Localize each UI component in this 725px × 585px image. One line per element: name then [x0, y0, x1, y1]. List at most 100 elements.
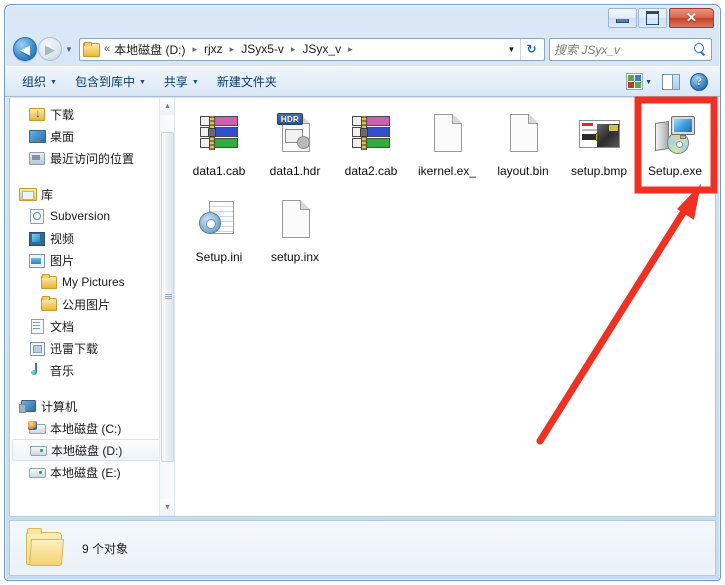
- breadcrumb-item[interactable]: JSyx5-v: [239, 40, 286, 58]
- address-dropdown-icon[interactable]: ▼: [503, 39, 520, 60]
- blank-file-icon: [423, 110, 471, 158]
- scroll-up-icon[interactable]: ▲: [160, 98, 174, 115]
- scroll-down-icon[interactable]: ▼: [160, 499, 174, 516]
- recent-locations-button[interactable]: ▼: [62, 37, 76, 61]
- command-toolbar: 组织 ▼ 包含到库中 ▼ 共享 ▼ 新建文件夹 ▼ ?: [5, 66, 720, 97]
- file-name-label: setup.inx: [270, 250, 320, 264]
- close-button[interactable]: ✕: [669, 8, 714, 28]
- search-input[interactable]: 搜索 JSyx_v: [549, 37, 712, 61]
- winrar-cab-archive-icon: [347, 110, 395, 158]
- sidebar-item-5[interactable]: 视频: [10, 227, 174, 249]
- downloads-folder-icon: [28, 106, 45, 122]
- file-name-label: setup.bmp: [570, 164, 628, 178]
- view-dropdown-caret-icon[interactable]: ▼: [645, 79, 652, 86]
- nav-group-gap: [10, 381, 174, 395]
- file-item[interactable]: ikernel.ex_: [410, 106, 484, 190]
- computer-icon: [19, 398, 36, 414]
- back-button[interactable]: ◀: [13, 37, 37, 61]
- sidebar-item-9[interactable]: 文档: [10, 315, 174, 337]
- toolbar-item-0[interactable]: 组织 ▼: [13, 69, 66, 94]
- breadcrumb-separator-icon[interactable]: ▸: [343, 44, 358, 55]
- navigation-pane: 下载桌面最近访问的位置库 Subversion 视频图片 My Pictures 公用图…: [10, 98, 175, 516]
- blank-file-icon: [499, 110, 547, 158]
- sidebar-item-2[interactable]: 最近访问的位置: [10, 147, 174, 169]
- sidebar-item-label: 公用图片: [62, 297, 111, 312]
- file-name-label: Setup.ini: [195, 250, 243, 264]
- drive-icon: [28, 464, 46, 480]
- breadcrumb-item[interactable]: JSyx_v: [300, 40, 343, 58]
- sidebar-item-label: 本地磁盘 (E:): [50, 465, 121, 480]
- file-item[interactable]: HDR data1.hdr: [258, 106, 332, 190]
- subversion-icon: [28, 208, 45, 224]
- file-item[interactable]: data2.cab: [334, 106, 408, 190]
- window-controls: ✕: [608, 8, 714, 28]
- drive-icon: [29, 442, 47, 458]
- winrar-cab-archive-icon: [195, 110, 243, 158]
- breadcrumb-separator-icon[interactable]: ▸: [187, 44, 202, 55]
- sidebar-item-4[interactable]: Subversion: [10, 205, 174, 227]
- file-item[interactable]: data1.cab: [182, 106, 256, 190]
- sidebar-item-0[interactable]: 下载: [10, 103, 174, 125]
- sidebar-item-13[interactable]: 本地磁盘 (C:): [10, 417, 174, 439]
- breadcrumb-overflow-icon[interactable]: «: [102, 43, 112, 55]
- refresh-icon[interactable]: ↻: [520, 38, 542, 60]
- toolbar-right-group: ▼ ?: [626, 72, 712, 91]
- preview-pane-icon[interactable]: [662, 73, 680, 90]
- sidebar-item-label: 最近访问的位置: [50, 151, 135, 166]
- file-item[interactable]: Setup.ini: [182, 192, 256, 276]
- minimize-button[interactable]: [608, 8, 637, 28]
- scrollbar-thumb[interactable]: [161, 132, 174, 462]
- breadcrumb-separator-icon[interactable]: ▸: [225, 44, 240, 55]
- breadcrumb-separator-icon[interactable]: ▸: [286, 44, 301, 55]
- file-item[interactable]: Setup.exe: [638, 106, 712, 190]
- help-icon[interactable]: ?: [690, 72, 708, 91]
- toolbar-item-label: 共享: [163, 75, 188, 89]
- hdr-file-icon: HDR: [271, 110, 319, 158]
- sidebar-item-1[interactable]: 桌面: [10, 125, 174, 147]
- music-icon: [28, 362, 45, 378]
- breadcrumb-item[interactable]: 本地磁盘 (D:): [112, 39, 187, 60]
- sidebar-item-label: 文档: [50, 319, 75, 334]
- sidebar-item-3[interactable]: 库: [10, 183, 174, 205]
- blank-file-icon: [271, 196, 319, 244]
- file-list-pane[interactable]: data1.cab HDR data1.hdr data2.cab ikernel.ex…: [175, 98, 715, 516]
- address-bar[interactable]: « 本地磁盘 (D:) ▸ rjxz ▸ JSyx5-v ▸ JSyx_v ▸ ▼ ↻: [79, 37, 545, 61]
- file-name-label: ikernel.ex_: [417, 164, 477, 178]
- file-item[interactable]: setup.inx: [258, 192, 332, 276]
- sidebar-item-label: Subversion: [50, 209, 111, 223]
- chevron-down-icon: ▼: [50, 79, 57, 86]
- sidebar-item-label: 本地磁盘 (C:): [50, 421, 122, 436]
- toolbar-item-2[interactable]: 共享 ▼: [155, 69, 208, 94]
- status-bar: 9 个对象: [9, 520, 716, 576]
- forward-button[interactable]: ▶: [38, 37, 62, 61]
- toolbar-item-label: 新建文件夹: [216, 75, 277, 89]
- sidebar-item-15[interactable]: 本地磁盘 (E:): [10, 461, 174, 483]
- documents-icon: [28, 318, 45, 334]
- sidebar-item-10[interactable]: 迅雷下载: [10, 337, 174, 359]
- file-name-label: data1.cab: [192, 164, 246, 178]
- sidebar-item-6[interactable]: 图片: [10, 249, 174, 271]
- file-name-label: layout.bin: [497, 164, 549, 178]
- toolbar-items: 组织 ▼ 包含到库中 ▼ 共享 ▼ 新建文件夹: [13, 69, 286, 94]
- back-arrow-icon: ◀: [20, 41, 30, 57]
- sidebar-item-14[interactable]: 本地磁盘 (D:): [12, 439, 170, 461]
- sidebar-item-label: 计算机: [41, 399, 78, 414]
- toolbar-item-3[interactable]: 新建文件夹: [208, 69, 286, 94]
- sidebar-item-label: 图片: [50, 253, 75, 268]
- sidebar-item-label: 桌面: [50, 129, 75, 144]
- sidebar-item-12[interactable]: 计算机: [10, 395, 174, 417]
- change-view-icon[interactable]: [626, 73, 644, 90]
- file-item[interactable]: layout.bin: [486, 106, 560, 190]
- libraries-icon: [19, 186, 37, 202]
- file-item[interactable]: setup.bmp: [562, 106, 636, 190]
- breadcrumb-item[interactable]: rjxz: [202, 40, 225, 58]
- sidebar-item-11[interactable]: 音乐: [10, 359, 174, 381]
- explorer-body: 下载桌面最近访问的位置库 Subversion 视频图片 My Pictures 公用图…: [9, 98, 716, 517]
- sidebar-item-8[interactable]: 公用图片: [10, 293, 174, 315]
- sidebar-item-label: 本地磁盘 (D:): [51, 443, 123, 458]
- sidebar-item-7[interactable]: My Pictures: [10, 271, 174, 293]
- maximize-button[interactable]: [638, 8, 667, 28]
- toolbar-item-1[interactable]: 包含到库中 ▼: [66, 69, 155, 94]
- navigation-scrollbar[interactable]: ▲ ▼: [159, 98, 174, 516]
- sidebar-item-label: 库: [41, 187, 54, 202]
